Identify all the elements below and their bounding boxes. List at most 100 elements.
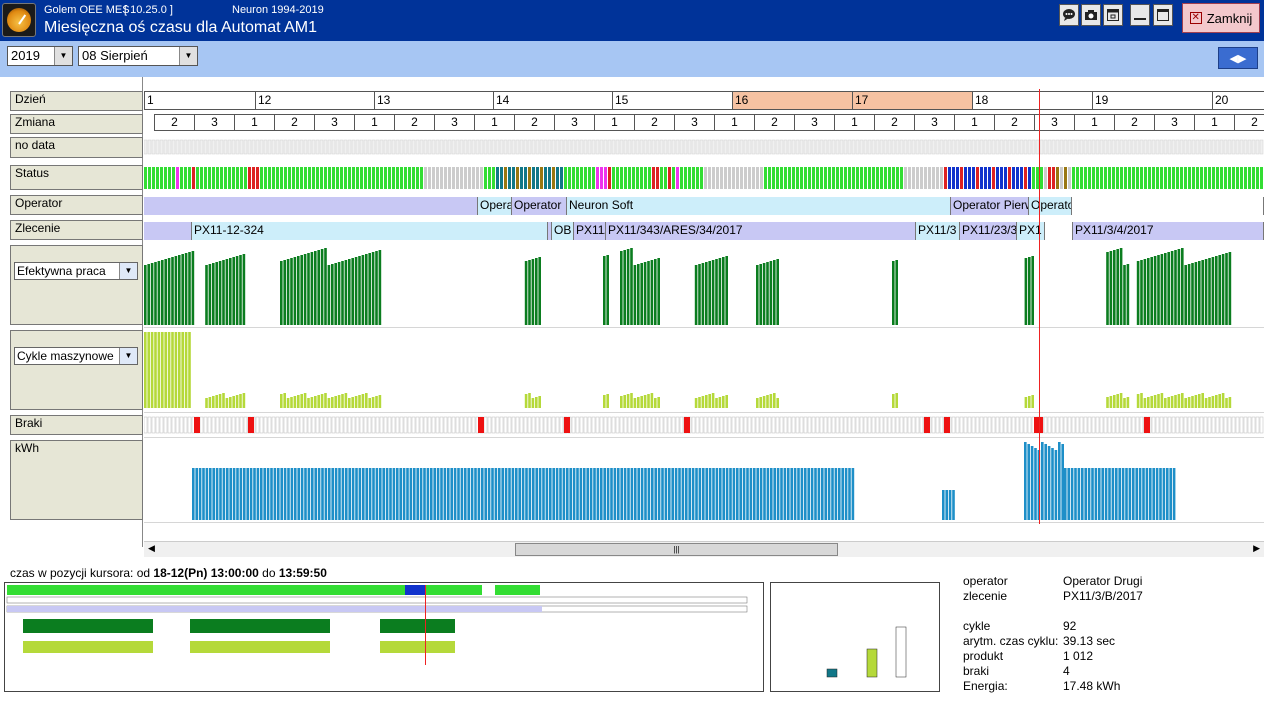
- shift-cell[interactable]: 3: [314, 114, 354, 131]
- machine-cycles-select[interactable]: Cykle maszynowe ▼: [14, 347, 138, 365]
- shift-cell[interactable]: 2: [154, 114, 194, 131]
- chevron-down-icon: ▼: [119, 348, 137, 364]
- nodata-tick: [419, 139, 424, 155]
- shift-cell[interactable]: 3: [914, 114, 954, 131]
- kwh-bar: [586, 468, 589, 520]
- day-cell[interactable]: 13: [374, 91, 493, 110]
- shift-cell[interactable]: 3: [1034, 114, 1074, 131]
- order-segment[interactable]: [1045, 222, 1073, 240]
- status-tick: [864, 167, 867, 189]
- month-select[interactable]: 08 Sierpień ▼: [78, 46, 198, 66]
- close-button[interactable]: ✕ Zamknij: [1182, 3, 1260, 33]
- nodata-tick: [1199, 139, 1204, 155]
- shift-cell[interactable]: 2: [1114, 114, 1154, 131]
- order-segment[interactable]: PX11/3: [916, 222, 960, 240]
- minimize-button[interactable]: [1130, 4, 1150, 26]
- order-segment[interactable]: PX1: [1017, 222, 1045, 240]
- year-select[interactable]: 2019 ▼: [7, 46, 73, 66]
- effective-bar: [1201, 260, 1204, 325]
- shift-cell[interactable]: 2: [754, 114, 794, 131]
- day-cell[interactable]: 12: [255, 91, 374, 110]
- order-segment[interactable]: OB: [552, 222, 574, 240]
- window-button[interactable]: [1103, 4, 1123, 26]
- scrap-mark: [924, 417, 930, 433]
- day-cell[interactable]: 14: [493, 91, 612, 110]
- shift-cell[interactable]: 1: [594, 114, 634, 131]
- nodata-tick: [455, 139, 460, 155]
- row-label-shift: Zmiana: [10, 114, 143, 134]
- shift-cell[interactable]: 2: [874, 114, 914, 131]
- operator-segment[interactable]: Operator: [512, 197, 567, 215]
- scroll-navigation-button[interactable]: ◀▶: [1218, 47, 1258, 69]
- shift-cell[interactable]: 1: [234, 114, 274, 131]
- shift-cell[interactable]: 3: [554, 114, 594, 131]
- operator-segment[interactable]: [1072, 197, 1264, 215]
- kwh-bar: [212, 468, 215, 520]
- shift-cell[interactable]: 3: [674, 114, 714, 131]
- scrap-tick: [507, 416, 512, 434]
- shift-cell[interactable]: 3: [194, 114, 234, 131]
- shift-cell[interactable]: 2: [994, 114, 1034, 131]
- scrap-tick: [1247, 416, 1252, 434]
- status-tick: [600, 167, 603, 189]
- shift-cell[interactable]: 2: [514, 114, 554, 131]
- day-cell[interactable]: 15: [612, 91, 732, 110]
- shift-cell[interactable]: 1: [954, 114, 994, 131]
- cycles-bar: [633, 398, 637, 408]
- shift-cell[interactable]: 2: [634, 114, 674, 131]
- scrap-tick: [511, 416, 516, 434]
- day-cell[interactable]: 17: [852, 91, 972, 110]
- order-segment[interactable]: PX11/23/3: [960, 222, 1017, 240]
- row-divider: [144, 327, 1264, 328]
- kwh-bar: [739, 468, 742, 520]
- shift-cell[interactable]: 3: [1154, 114, 1194, 131]
- month-overview-chart[interactable]: [4, 582, 764, 692]
- horizontal-scrollbar[interactable]: ◀ ||| ▶: [144, 541, 1264, 557]
- scroll-left-icon[interactable]: ◀: [148, 543, 155, 554]
- day-cell[interactable]: 19: [1092, 91, 1212, 110]
- shift-cell[interactable]: 2: [1234, 114, 1264, 131]
- status-tick: [640, 167, 643, 189]
- chat-button[interactable]: [1059, 4, 1079, 26]
- effective-bar: [320, 249, 324, 325]
- effective-bar: [283, 260, 286, 325]
- kwh-bar: [1149, 468, 1152, 520]
- operator-segment[interactable]: Operator: [1029, 197, 1072, 215]
- shift-cell[interactable]: 2: [274, 114, 314, 131]
- cycles-bar: [1184, 398, 1187, 408]
- shift-cell[interactable]: 3: [794, 114, 834, 131]
- order-segment[interactable]: PX11/343/ARES/34/2017: [606, 222, 916, 240]
- day-cell[interactable]: 18: [972, 91, 1092, 110]
- shift-cell[interactable]: 1: [354, 114, 394, 131]
- nodata-tick: [1083, 139, 1088, 155]
- day-cell[interactable]: 16: [732, 91, 852, 110]
- shift-cell[interactable]: 3: [434, 114, 474, 131]
- scrap-tick: [919, 416, 924, 434]
- camera-button[interactable]: [1081, 4, 1101, 26]
- operator-segment[interactable]: Neuron Soft: [567, 197, 951, 215]
- day-cell[interactable]: 1: [144, 91, 255, 110]
- effective-work-select[interactable]: Efektywna praca ▼: [14, 262, 138, 280]
- scrap-tick: [1155, 416, 1160, 434]
- maximize-button[interactable]: [1153, 4, 1173, 26]
- order-segment[interactable]: PX11-12-324: [192, 222, 548, 240]
- order-segment[interactable]: PX11/: [574, 222, 606, 240]
- shift-cell[interactable]: 1: [1194, 114, 1234, 131]
- shift-cell[interactable]: 1: [1074, 114, 1114, 131]
- timeline-grid[interactable]: 1 12 13 14 15 16 17 18 19 20 23123123123123123123…: [144, 77, 1264, 537]
- operator-segment[interactable]: Operato: [478, 197, 512, 215]
- day-cell[interactable]: 20: [1212, 91, 1264, 110]
- shift-cell[interactable]: 1: [714, 114, 754, 131]
- status-tick: [1116, 167, 1119, 189]
- shift-cell[interactable]: 1: [474, 114, 514, 131]
- shift-cell[interactable]: 2: [394, 114, 434, 131]
- shift-cell[interactable]: 1: [834, 114, 874, 131]
- order-segment[interactable]: PX11/3/4/2017: [1073, 222, 1264, 240]
- scroll-right-icon[interactable]: ▶: [1253, 543, 1260, 554]
- order-segment[interactable]: [144, 222, 192, 240]
- operator-segment[interactable]: Operator Pierwszy: [951, 197, 1029, 215]
- kwh-bar: [413, 468, 416, 520]
- scroll-thumb[interactable]: |||: [515, 543, 838, 556]
- operator-segment[interactable]: [144, 197, 478, 215]
- nodata-tick: [475, 139, 480, 155]
